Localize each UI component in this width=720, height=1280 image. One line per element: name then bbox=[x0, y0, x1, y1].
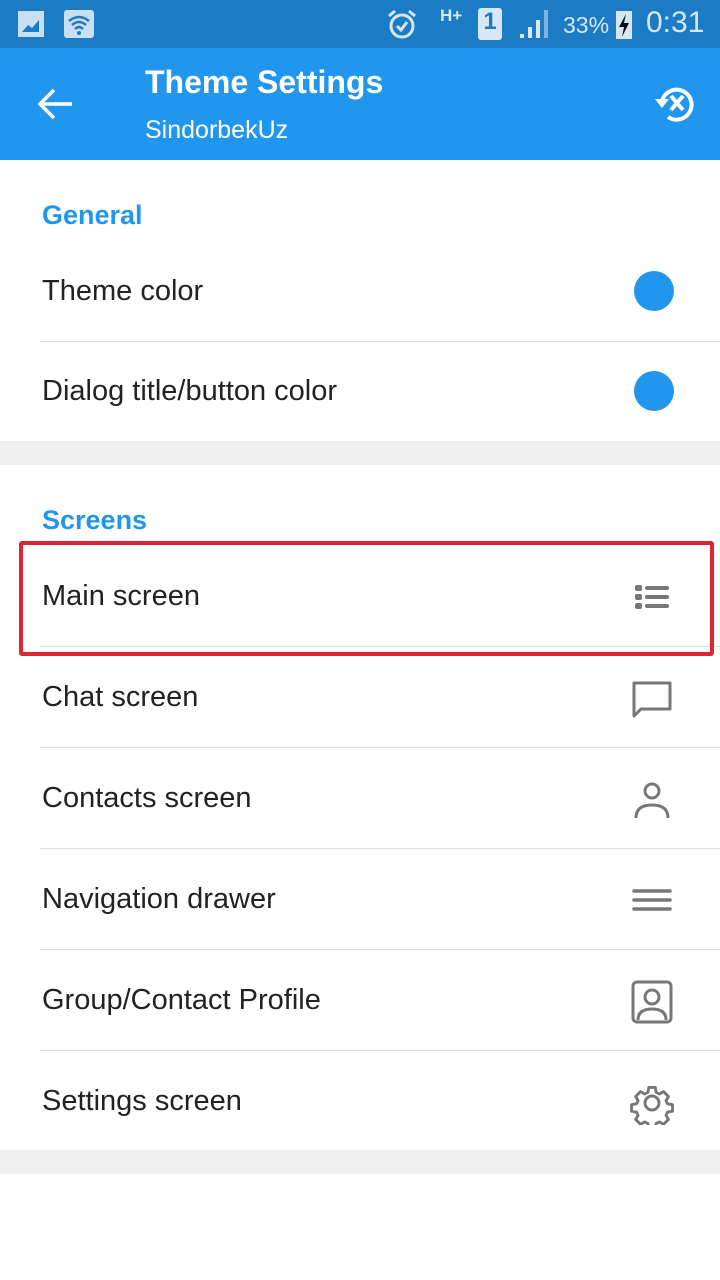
page-subtitle: SindorbekUz bbox=[145, 116, 289, 144]
reset-theme-icon[interactable] bbox=[654, 83, 698, 125]
wifi-notification-icon bbox=[64, 10, 94, 38]
contacts-screen-item[interactable]: Contacts screen bbox=[0, 748, 720, 849]
gallery-notification-icon bbox=[18, 11, 44, 37]
color-swatch bbox=[634, 271, 674, 311]
dialog-color-item[interactable]: Dialog title/button color bbox=[0, 341, 720, 441]
group-contact-profile-item[interactable]: Group/Contact Profile bbox=[0, 950, 720, 1051]
gear-icon bbox=[630, 1086, 674, 1125]
section-header-screens: Screens bbox=[42, 505, 148, 535]
item-label: Group/Contact Profile bbox=[42, 984, 321, 1016]
battery-charging-icon bbox=[616, 11, 632, 39]
theme-color-item[interactable]: Theme color bbox=[0, 241, 720, 342]
battery-percent: 33% bbox=[563, 12, 610, 38]
general-section: General Theme color Dialog title/button … bbox=[0, 160, 720, 441]
menu-icon bbox=[632, 889, 672, 911]
back-arrow-icon[interactable] bbox=[36, 86, 76, 122]
section-header-general: General bbox=[42, 200, 143, 230]
item-label: Dialog title/button color bbox=[42, 375, 337, 407]
chat-screen-item[interactable]: Chat screen bbox=[0, 647, 720, 748]
settings-screen-item[interactable]: Settings screen bbox=[0, 1051, 720, 1150]
page-title: Theme Settings bbox=[145, 64, 384, 100]
section-gap bbox=[0, 1150, 720, 1174]
highlight-box bbox=[19, 541, 714, 656]
section-gap bbox=[0, 441, 720, 465]
status-bar: H+ 1 33% 0:31 bbox=[0, 0, 720, 48]
clock: 0:31 bbox=[646, 6, 705, 39]
network-type: H+ bbox=[440, 6, 463, 25]
app-bar: Theme Settings SindorbekUz bbox=[0, 48, 720, 160]
item-label: Navigation drawer bbox=[42, 883, 276, 915]
item-label: Chat screen bbox=[42, 681, 199, 713]
color-swatch bbox=[634, 371, 674, 411]
sim-indicator: 1 bbox=[478, 8, 502, 40]
item-label: Settings screen bbox=[42, 1085, 242, 1117]
profile-card-icon bbox=[631, 980, 673, 1024]
navigation-drawer-item[interactable]: Navigation drawer bbox=[0, 849, 720, 950]
item-label: Theme color bbox=[42, 275, 204, 307]
person-icon bbox=[634, 782, 670, 819]
chat-bubble-icon bbox=[632, 681, 672, 718]
signal-icon bbox=[520, 10, 548, 38]
alarm-icon bbox=[388, 9, 416, 39]
item-label: Contacts screen bbox=[42, 782, 252, 814]
